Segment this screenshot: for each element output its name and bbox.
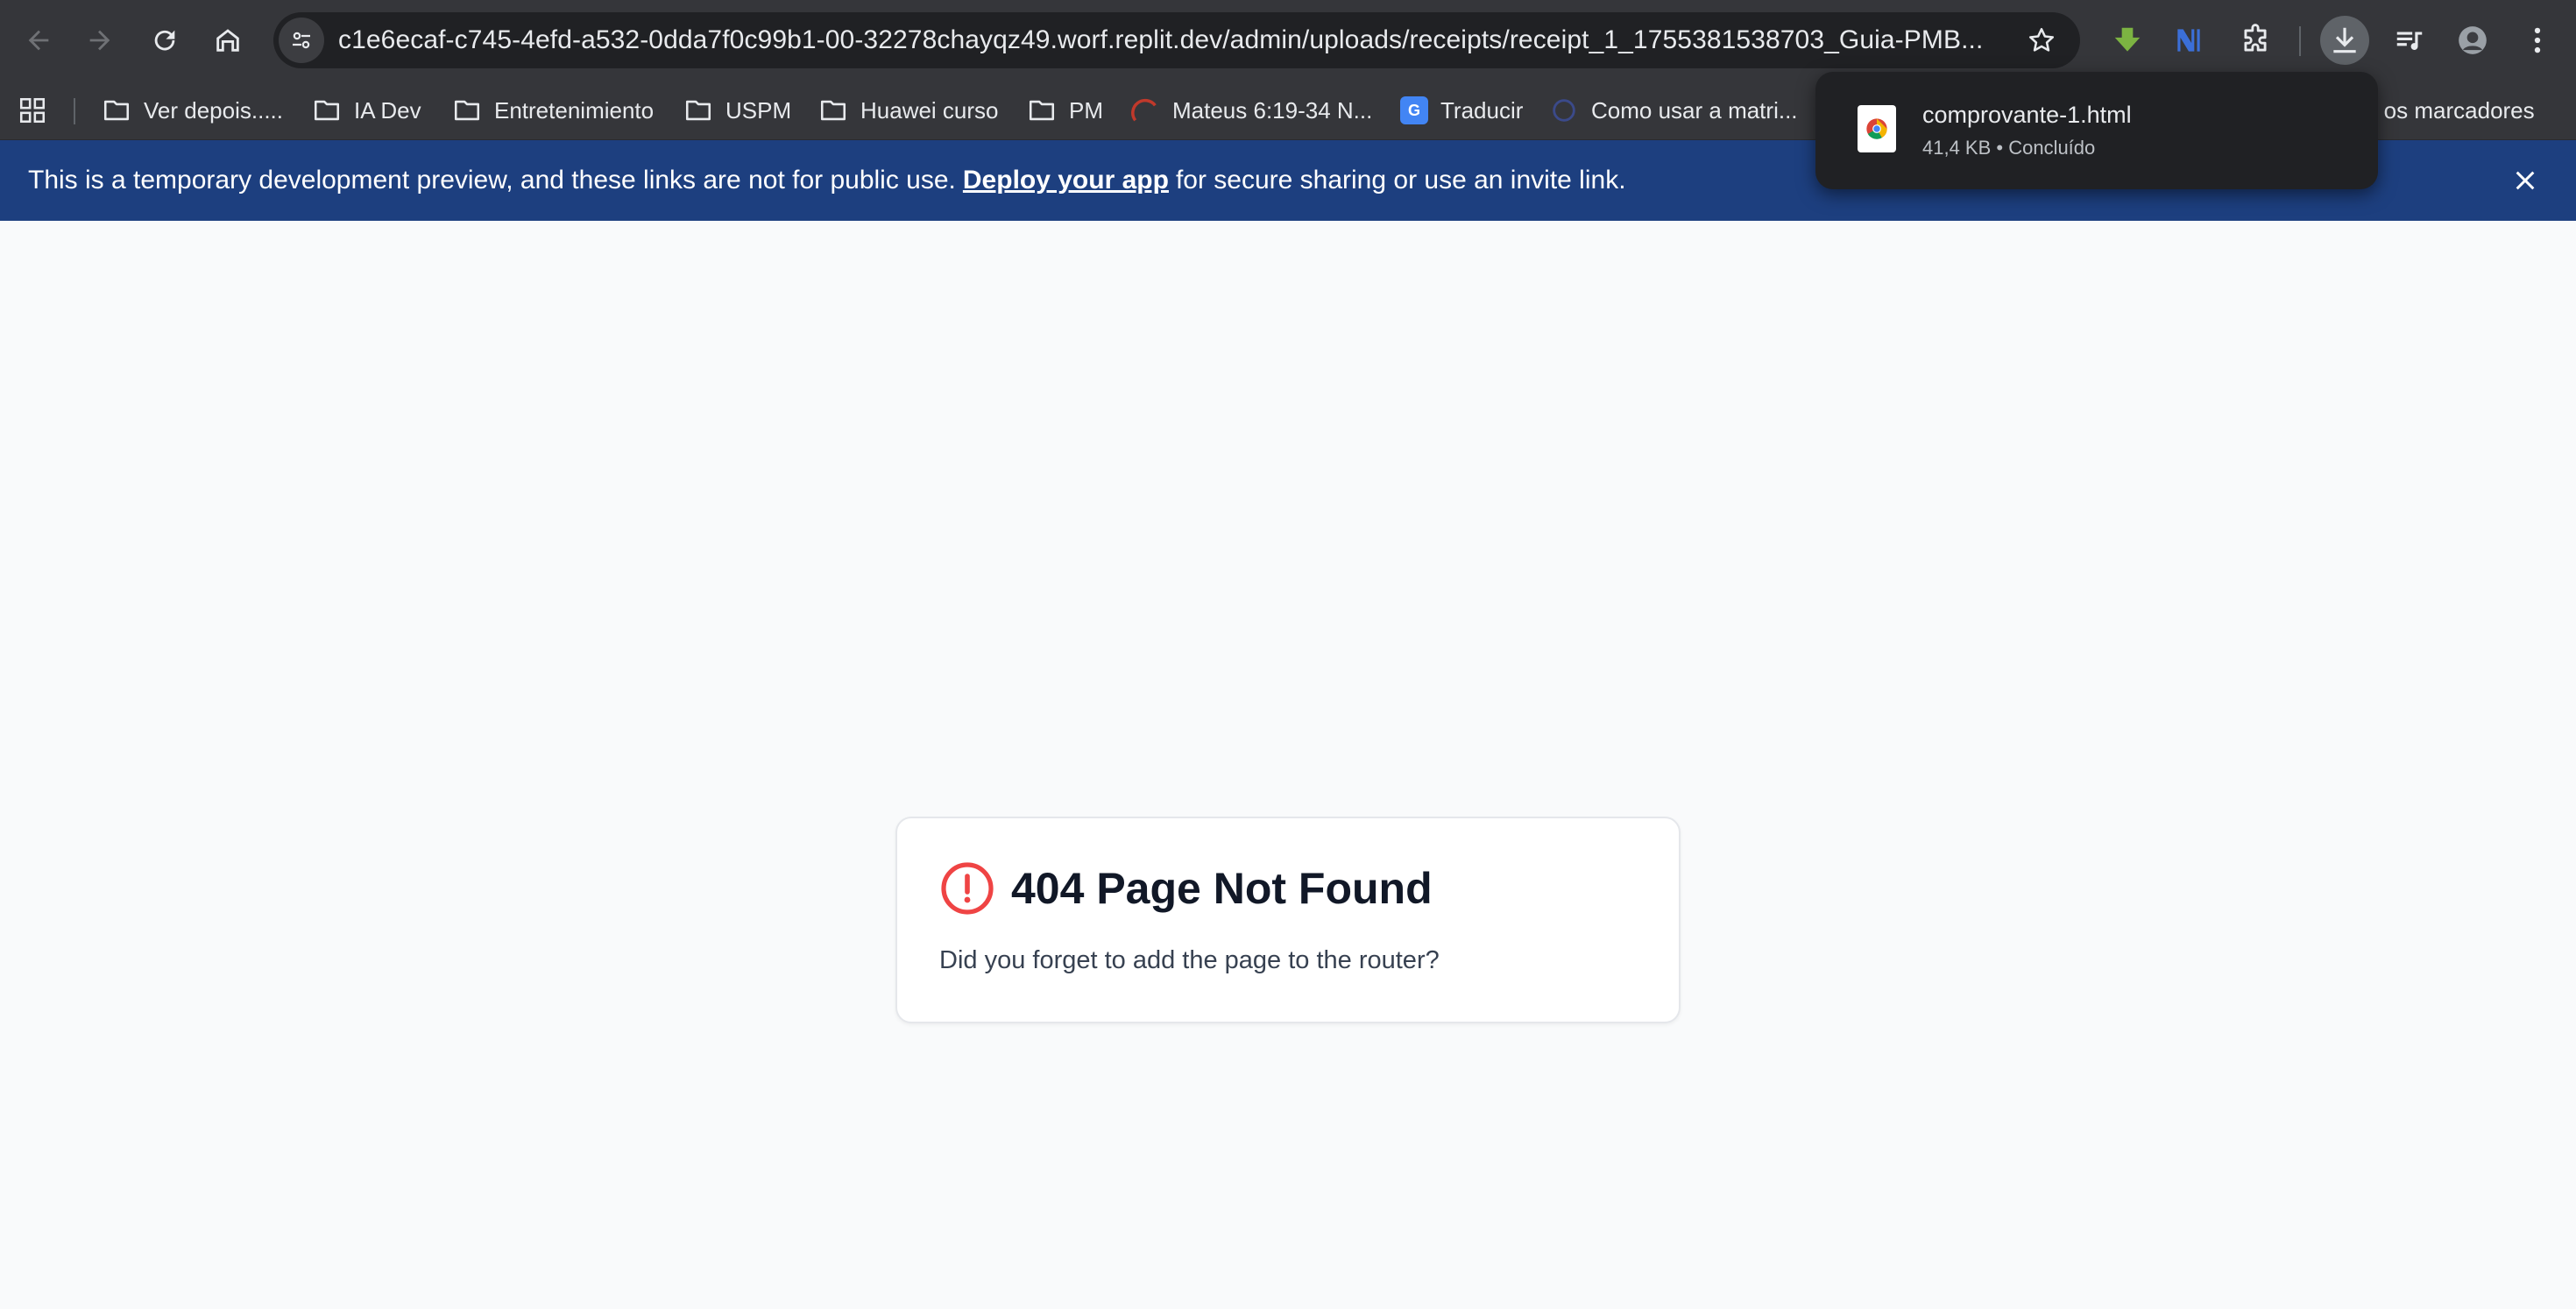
reload-icon bbox=[154, 30, 175, 51]
folder-icon bbox=[454, 100, 480, 121]
bookmark-label: Huawei curso bbox=[860, 96, 999, 124]
bookmark-folder[interactable]: IA Dev bbox=[312, 91, 421, 130]
address-bar[interactable]: c1e6ecaf-c745-4efd-a532-0dda7f0c99b1-00-… bbox=[273, 12, 2080, 68]
error-message: Did you forget to add the page to the ro… bbox=[939, 946, 1440, 974]
media-control-button[interactable] bbox=[2385, 16, 2434, 65]
menu-button[interactable] bbox=[2513, 16, 2562, 65]
tune-icon bbox=[293, 32, 310, 49]
bookmark-folder[interactable]: Entretenimiento bbox=[452, 91, 654, 130]
page-body bbox=[0, 221, 2576, 1309]
more-vert-icon bbox=[2534, 27, 2541, 53]
arc-favicon-icon bbox=[1131, 98, 1157, 122]
folder-icon bbox=[103, 100, 130, 121]
bookmark-label: Mateus 6:19-34 N... bbox=[1172, 96, 1373, 124]
bookmark-label: IA Dev bbox=[354, 96, 421, 124]
download-filename[interactable]: comprovante-1.html bbox=[1922, 102, 2132, 129]
download-status: 41,4 KB • Concluído bbox=[1922, 137, 2096, 159]
forward-button[interactable] bbox=[75, 16, 124, 65]
deploy-app-link[interactable]: Deploy your app bbox=[963, 166, 1169, 195]
home-icon bbox=[216, 29, 239, 52]
downloads-button[interactable] bbox=[2320, 16, 2369, 65]
green-arrow-icon bbox=[2114, 27, 2141, 52]
all-bookmarks-link[interactable]: os os marcadores bbox=[2353, 91, 2535, 130]
url-text[interactable]: c1e6ecaf-c745-4efd-a532-0dda7f0c99b1-00-… bbox=[338, 25, 1994, 55]
banner-text: This is a temporary development preview,… bbox=[28, 166, 956, 195]
bookmark-label: os os marcadores bbox=[2353, 96, 2535, 124]
extension-download-helper[interactable] bbox=[2103, 16, 2152, 65]
arrow-right-icon bbox=[89, 30, 110, 51]
apps-button[interactable] bbox=[18, 91, 60, 130]
reload-button[interactable] bbox=[140, 16, 189, 65]
n-logo-icon bbox=[2177, 29, 2200, 52]
bookmark-link[interactable]: Como usar a matri... bbox=[1549, 91, 1798, 130]
globe-favicon-icon bbox=[1553, 99, 1575, 122]
apps-grid-icon bbox=[19, 97, 46, 124]
download-bubble[interactable]: comprovante-1.html 41,4 KB • Concluído bbox=[1815, 72, 2378, 189]
error-card: 404 Page Not Found Did you forget to add… bbox=[895, 817, 1681, 1023]
bookmark-link[interactable]: Mateus 6:19-34 N... bbox=[1130, 91, 1372, 130]
playlist-icon bbox=[2396, 32, 2423, 51]
chrome-file-icon bbox=[1858, 105, 1896, 152]
profile-avatar[interactable] bbox=[2448, 16, 2497, 65]
error-title: 404 Page Not Found bbox=[1011, 864, 1433, 913]
download-icon bbox=[2333, 27, 2356, 53]
browser-toolbar: c1e6ecaf-c745-4efd-a532-0dda7f0c99b1-00-… bbox=[0, 0, 2576, 81]
folder-icon bbox=[820, 100, 846, 121]
bookmark-folder[interactable]: PM bbox=[1027, 91, 1103, 130]
folder-icon bbox=[685, 100, 711, 121]
arrow-left-icon bbox=[28, 30, 49, 51]
bookmark-label: Entretenimiento bbox=[494, 96, 655, 124]
bookmark-label: Ver depois..... bbox=[144, 96, 283, 124]
extensions-button[interactable] bbox=[2231, 16, 2280, 65]
folder-icon bbox=[314, 100, 340, 121]
banner-text-after: for secure sharing or use an invite link… bbox=[1175, 166, 1626, 195]
bookmark-folder[interactable]: Ver depois..... bbox=[102, 91, 283, 130]
bookmark-label: PM bbox=[1069, 96, 1103, 124]
toolbar-separator bbox=[2299, 26, 2301, 56]
bookmark-star-button[interactable] bbox=[2022, 21, 2061, 60]
back-button[interactable] bbox=[14, 16, 63, 65]
site-settings-button[interactable] bbox=[279, 18, 324, 63]
home-button[interactable] bbox=[203, 16, 252, 65]
bookmark-folder[interactable]: Huawei curso bbox=[818, 91, 999, 130]
bookmark-label: Traducir bbox=[1440, 96, 1524, 124]
bookmark-label: Como usar a matri... bbox=[1591, 96, 1798, 124]
bookmark-link[interactable]: G Traducir bbox=[1400, 91, 1523, 130]
bookmark-label: USPM bbox=[725, 96, 792, 124]
bookmark-folder[interactable]: USPM bbox=[683, 91, 791, 130]
folder-icon bbox=[1029, 100, 1055, 121]
extension-n[interactable] bbox=[2164, 16, 2213, 65]
avatar-icon bbox=[2459, 26, 2487, 54]
alert-circle-icon bbox=[941, 862, 994, 915]
puzzle-icon bbox=[2244, 24, 2267, 52]
close-icon[interactable] bbox=[2511, 166, 2539, 195]
star-icon bbox=[2028, 27, 2055, 52]
translate-icon: G bbox=[1400, 96, 1428, 124]
bookmarks-separator bbox=[74, 98, 75, 124]
